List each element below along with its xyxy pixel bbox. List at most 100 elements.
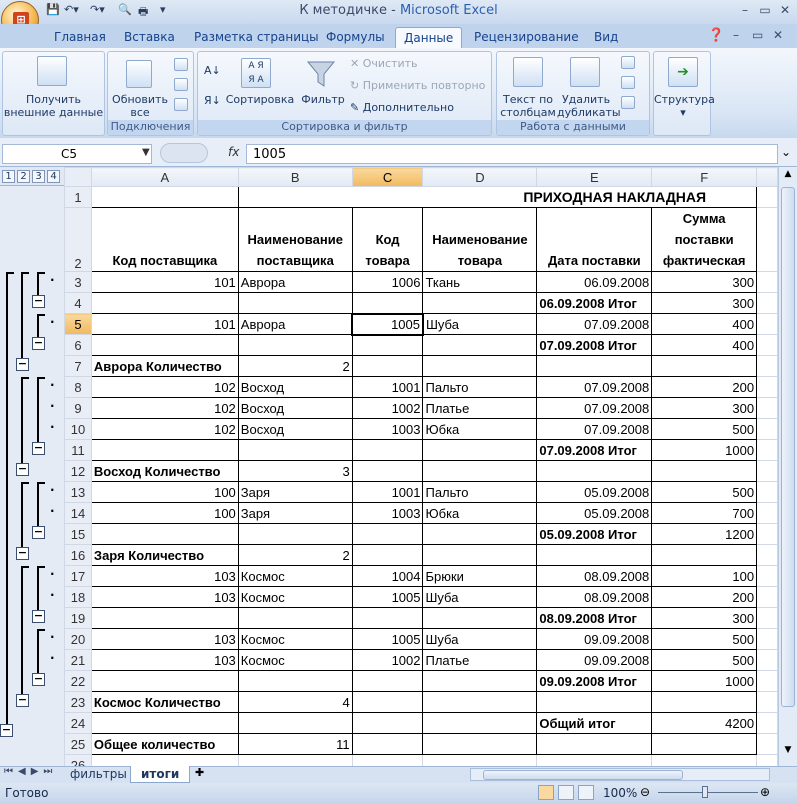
row-header[interactable]: 16: [64, 544, 92, 566]
minimize-button[interactable]: –: [735, 3, 755, 19]
cell[interactable]: 05.09.2008: [536, 481, 653, 503]
formula-bar-handle[interactable]: [160, 143, 208, 163]
cell[interactable]: 200: [651, 586, 758, 608]
cell[interactable]: [756, 523, 778, 545]
cell[interactable]: [756, 355, 778, 377]
cell[interactable]: Пальто: [422, 376, 538, 398]
cell[interactable]: [651, 754, 758, 766]
cell[interactable]: 06.09.2008: [536, 271, 653, 293]
row-header[interactable]: 24: [64, 712, 92, 734]
cell[interactable]: [90, 523, 239, 545]
cell[interactable]: 1005: [351, 586, 424, 608]
cell[interactable]: Брюки: [422, 565, 538, 587]
cell[interactable]: [422, 733, 538, 755]
cell[interactable]: 300: [651, 607, 758, 629]
row-header[interactable]: 23: [64, 691, 92, 713]
row-header[interactable]: 22: [64, 670, 92, 692]
cell[interactable]: 07.09.2008: [536, 313, 653, 335]
formula-input[interactable]: 1005: [246, 144, 778, 164]
cell[interactable]: [237, 334, 353, 356]
select-all-corner[interactable]: [64, 167, 92, 187]
cell[interactable]: Заря: [237, 502, 353, 524]
cell[interactable]: 102: [90, 418, 239, 440]
cell[interactable]: 103: [90, 649, 239, 671]
cell[interactable]: [536, 733, 653, 755]
cell[interactable]: 102: [90, 376, 239, 398]
cell[interactable]: [756, 460, 778, 482]
column-header[interactable]: A: [90, 167, 239, 187]
vertical-scrollbar[interactable]: ▲ ▼: [778, 167, 797, 766]
name-box-dropdown-icon[interactable]: ▼: [142, 147, 150, 158]
row-header[interactable]: 21: [64, 649, 92, 671]
cell[interactable]: [351, 355, 424, 377]
cell[interactable]: 500: [651, 628, 758, 650]
column-title-cell[interactable]: Код поставщика: [90, 207, 239, 272]
column-title-cell[interactable]: Наименование товара: [422, 207, 538, 272]
insert-sheet-icon[interactable]: ✚: [195, 766, 204, 779]
worksheet-grid[interactable]: ABCDEF 1 ПРИХОДНАЯ НАКЛАДНАЯ 2 Код поставщи…: [64, 167, 778, 766]
row-header[interactable]: 2: [64, 207, 92, 272]
normal-view-icon[interactable]: [538, 785, 554, 800]
column-header[interactable]: F: [651, 167, 758, 187]
collapse-group-button[interactable]: −: [16, 547, 29, 560]
cell[interactable]: Юбка: [422, 418, 538, 440]
cell[interactable]: [351, 670, 424, 692]
advanced-filter-button[interactable]: ✎ Дополнительно: [350, 101, 454, 114]
cell[interactable]: [651, 733, 758, 755]
cell[interactable]: 1001: [351, 481, 424, 503]
collapse-group-button[interactable]: −: [32, 673, 45, 686]
cell[interactable]: 06.09.2008 Итог: [536, 292, 653, 314]
cell[interactable]: [422, 334, 538, 356]
cell[interactable]: [756, 586, 778, 608]
row-header[interactable]: 26: [64, 754, 92, 766]
cell[interactable]: [422, 544, 538, 566]
row-header[interactable]: 3: [64, 271, 92, 293]
cell[interactable]: Юбка: [422, 502, 538, 524]
cell[interactable]: Восход: [237, 397, 353, 419]
cell[interactable]: [651, 691, 758, 713]
cell[interactable]: Космос: [237, 628, 353, 650]
sheet-nav-icon[interactable]: ⏮◀▶⏭: [4, 766, 57, 777]
name-box[interactable]: C5: [2, 144, 152, 164]
cell[interactable]: [351, 754, 424, 766]
row-header[interactable]: 19: [64, 607, 92, 629]
column-title-cell[interactable]: Сумма поставки фактическая: [651, 207, 758, 272]
outline-button[interactable]: Структура ▾: [654, 93, 715, 119]
cell[interactable]: [422, 355, 538, 377]
cell[interactable]: Платье: [422, 397, 538, 419]
cell[interactable]: [237, 712, 353, 734]
cell[interactable]: Космос Количество: [90, 691, 239, 713]
cell[interactable]: [351, 691, 424, 713]
cell[interactable]: [756, 691, 778, 713]
cell[interactable]: [90, 292, 239, 314]
row-header[interactable]: 20: [64, 628, 92, 650]
filter-button[interactable]: Фильтр: [300, 93, 346, 106]
cell[interactable]: 400: [651, 334, 758, 356]
collapse-group-button[interactable]: −: [32, 610, 45, 623]
cell[interactable]: [756, 292, 778, 314]
cell[interactable]: [756, 271, 778, 293]
cell[interactable]: Космос: [237, 649, 353, 671]
cell[interactable]: [756, 418, 778, 440]
cell[interactable]: Заря Количество: [90, 544, 239, 566]
cell[interactable]: Заря: [237, 481, 353, 503]
cell[interactable]: 1006: [351, 271, 424, 293]
cell[interactable]: [756, 733, 778, 755]
row-header[interactable]: 8: [64, 376, 92, 398]
horizontal-scroll-thumb[interactable]: [483, 770, 683, 780]
cell[interactable]: [90, 754, 239, 766]
cell[interactable]: [651, 355, 758, 377]
cell[interactable]: [351, 334, 424, 356]
clear-filter-button[interactable]: ✕ Очистить: [350, 57, 418, 70]
cell[interactable]: [756, 670, 778, 692]
cell[interactable]: [237, 523, 353, 545]
scroll-down-icon[interactable]: ▼: [781, 745, 795, 759]
sheet-title-cell[interactable]: ПРИХОДНАЯ НАКЛАДНАЯ: [237, 186, 758, 208]
column-title-cell[interactable]: Дата поставки: [536, 207, 653, 272]
cell[interactable]: [756, 649, 778, 671]
vertical-scroll-thumb[interactable]: [781, 187, 795, 707]
cell[interactable]: [756, 376, 778, 398]
cell[interactable]: Космос: [237, 586, 353, 608]
cell[interactable]: Космос: [237, 565, 353, 587]
cell[interactable]: Шуба: [422, 628, 538, 650]
